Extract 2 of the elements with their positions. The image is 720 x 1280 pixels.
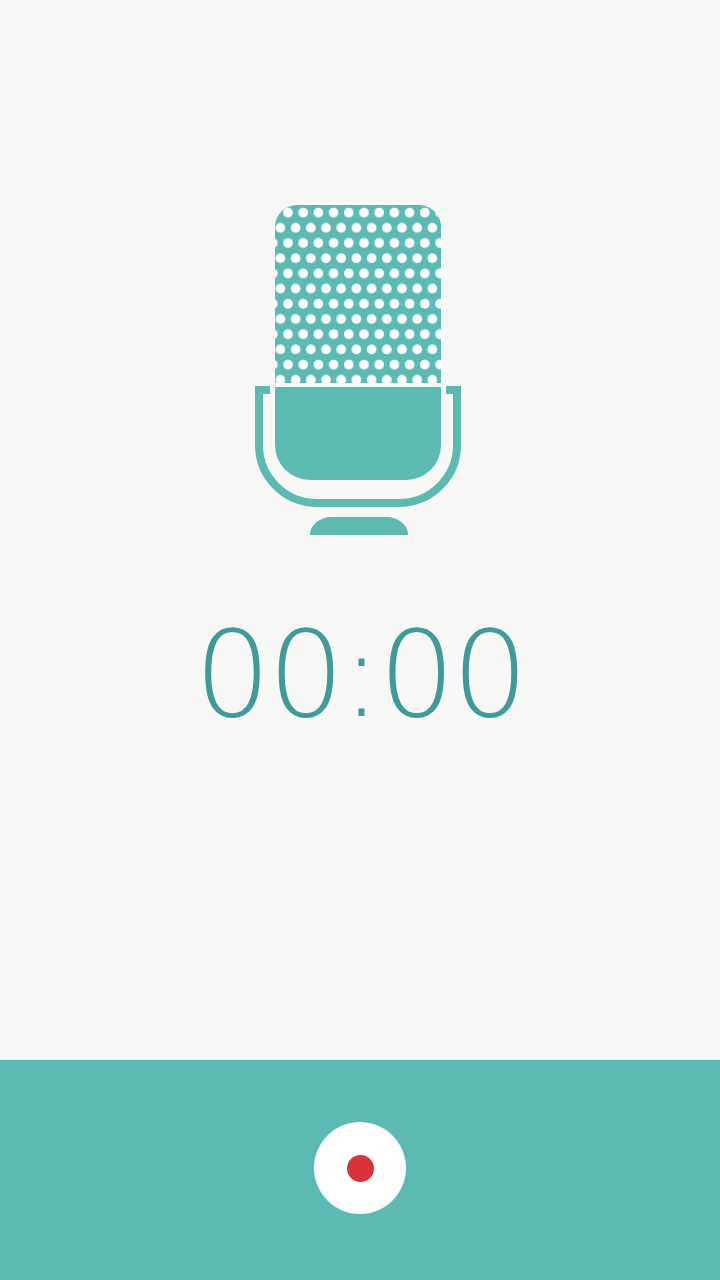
timer-readout: 00:00 — [194, 615, 526, 735]
record-icon — [346, 1154, 374, 1182]
